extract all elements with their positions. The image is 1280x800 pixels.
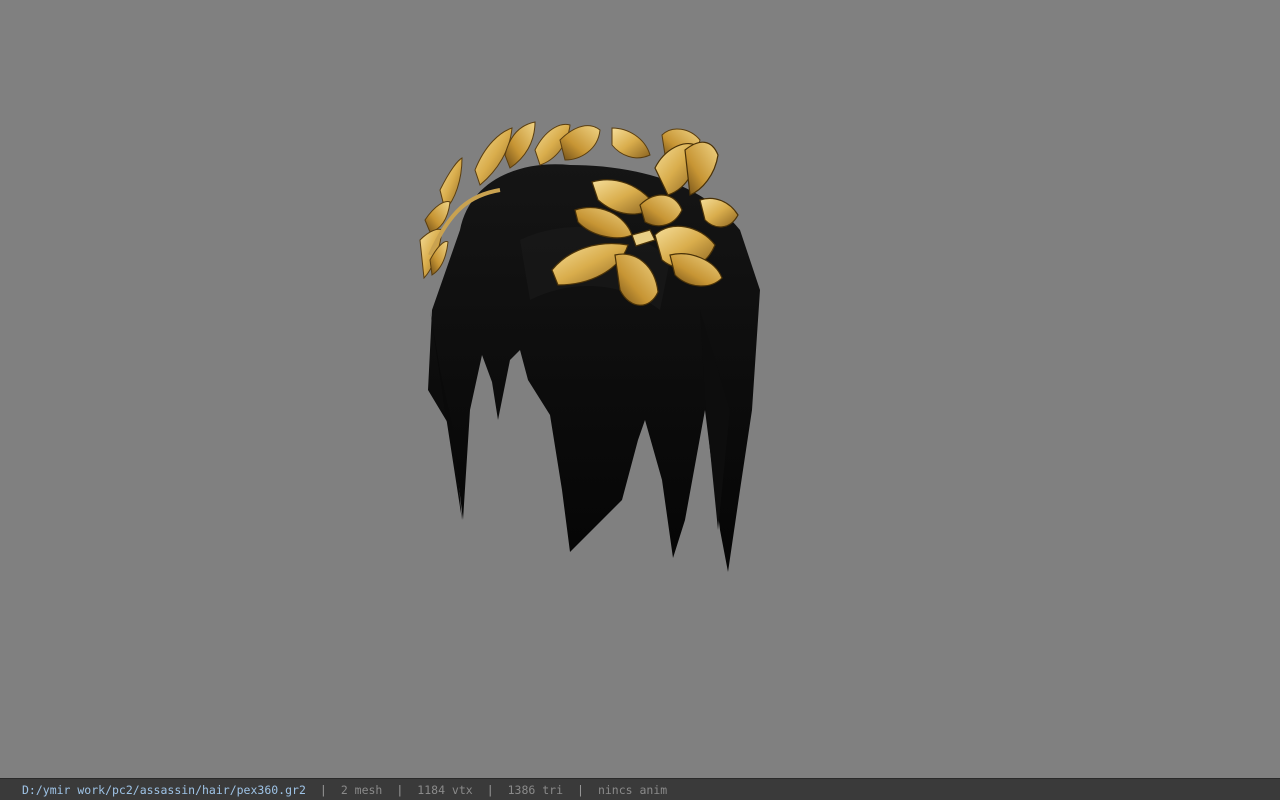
animation-status: nincs anim: [597, 782, 668, 797]
status-separator: |: [396, 782, 404, 797]
status-separator: |: [577, 782, 584, 797]
status-separator: |: [319, 782, 327, 797]
vertex-count: 1184 vtx: [417, 782, 473, 797]
hair-with-laurel-crown-icon: [419, 121, 760, 572]
status-separator: |: [486, 782, 494, 797]
file-path: D:/ymir work/pc2/assassin/hair/pex360.gr…: [22, 782, 306, 797]
mesh-count: 2 mesh: [340, 782, 383, 797]
3d-viewport[interactable]: [0, 0, 1280, 778]
status-bar: D:/ymir work/pc2/assassin/hair/pex360.gr…: [0, 778, 1280, 800]
triangle-count: 1386 tri: [507, 782, 564, 797]
